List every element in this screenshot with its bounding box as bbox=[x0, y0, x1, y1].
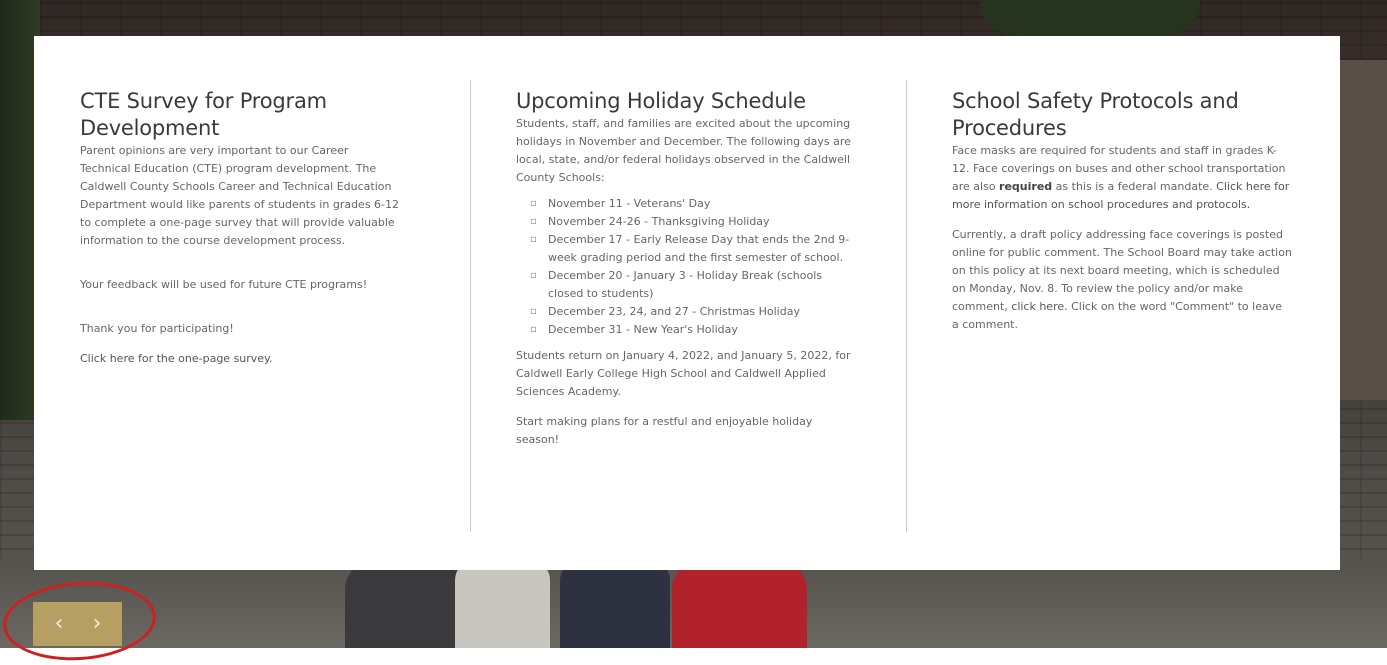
holiday-plans-text: Start making plans for a restful and enj… bbox=[516, 415, 813, 446]
tree-top bbox=[980, 0, 1200, 36]
safety-masks-text-c: as this is a federal mandate. bbox=[1052, 180, 1217, 193]
cte-survey-title: CTE Survey for Program Development bbox=[80, 89, 327, 140]
safety-masks-text: Face masks are required for students and… bbox=[952, 142, 1292, 214]
cte-thanks-text: Thank you for participating! bbox=[80, 322, 234, 335]
holiday-intro: Students, staff, and families are excite… bbox=[516, 117, 851, 184]
safety-protocols-column: School Safety Protocols and Procedures F… bbox=[952, 88, 1292, 334]
cte-survey-body: Parent opinions are very important to ou… bbox=[80, 144, 400, 247]
draft-policy-text: Currently, a draft policy addressing fac… bbox=[952, 226, 1292, 334]
cte-survey-column: CTE Survey for Program Development Paren… bbox=[80, 88, 400, 368]
survey-link-row: Click here for the one-page survey. bbox=[80, 350, 400, 368]
person-figure bbox=[560, 560, 670, 648]
comment-link[interactable]: click here. bbox=[1011, 300, 1067, 313]
holiday-item: December 31 - New Year's Holiday bbox=[530, 321, 856, 339]
holiday-schedule-column: Upcoming Holiday Schedule Students, staf… bbox=[516, 88, 856, 449]
holiday-item: December 17 - Early Release Day that end… bbox=[530, 231, 856, 267]
news-panel: CTE Survey for Program Development Paren… bbox=[34, 36, 1340, 570]
column-divider bbox=[470, 80, 471, 532]
holiday-item: December 23, 24, and 27 - Christmas Holi… bbox=[530, 303, 856, 321]
wall-right bbox=[1340, 60, 1387, 400]
person-figure bbox=[455, 560, 550, 648]
holiday-item: November 24-26 - Thanksgiving Holiday bbox=[530, 213, 856, 231]
holiday-item: December 20 - January 3 - Holiday Break … bbox=[530, 267, 856, 303]
required-emphasis: required bbox=[999, 180, 1053, 193]
cte-feedback-text: Your feedback will be used for future CT… bbox=[80, 278, 368, 291]
person-figure bbox=[672, 560, 807, 648]
holiday-schedule-title: Upcoming Holiday Schedule bbox=[516, 89, 806, 113]
holiday-list: November 11 - Veterans' Day November 24-… bbox=[516, 195, 856, 339]
holiday-item: November 11 - Veterans' Day bbox=[530, 195, 856, 213]
person-figure bbox=[345, 560, 465, 648]
column-divider bbox=[906, 80, 907, 532]
safety-protocols-title: School Safety Protocols and Procedures bbox=[952, 89, 1239, 140]
holiday-return-text: Students return on January 4, 2022, and … bbox=[516, 349, 851, 398]
survey-link[interactable]: Click here for the one-page survey. bbox=[80, 352, 273, 365]
